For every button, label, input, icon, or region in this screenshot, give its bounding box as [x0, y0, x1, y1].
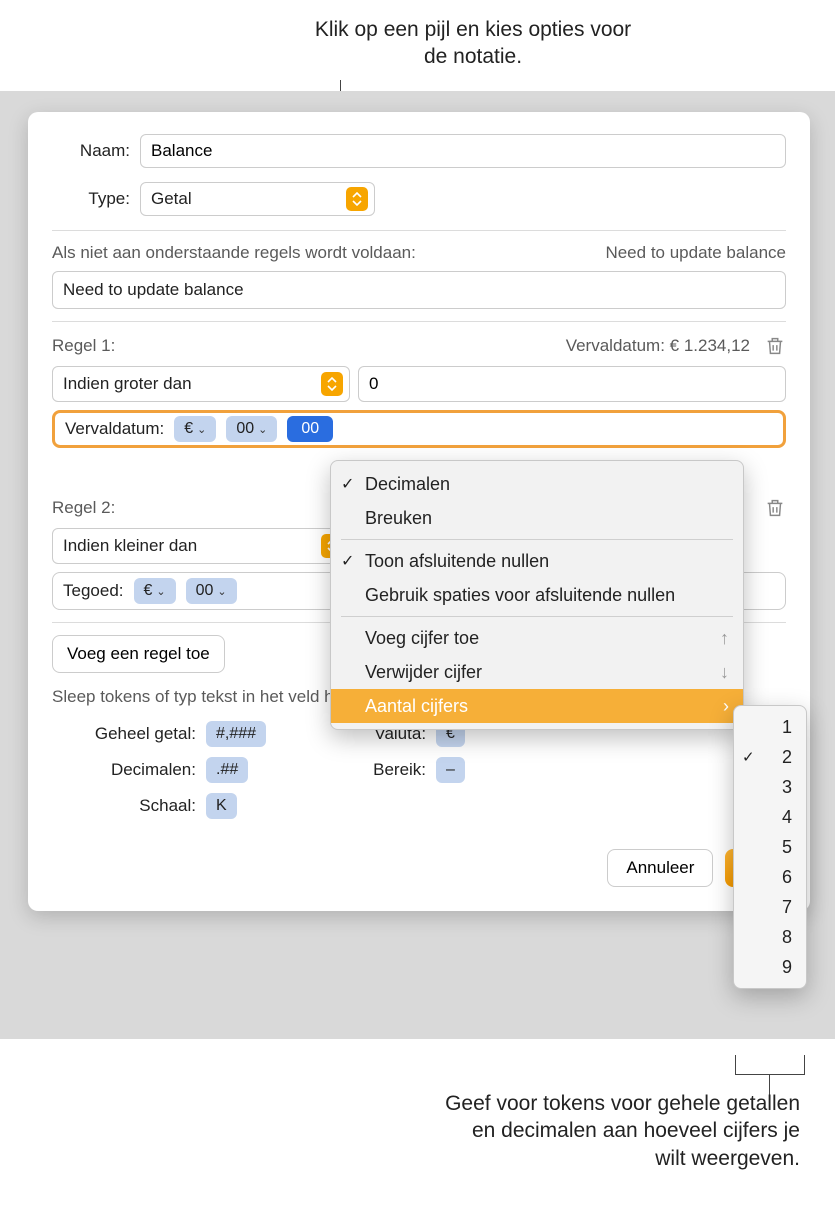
- rule1-label: Regel 1:: [52, 336, 115, 356]
- int-pill[interactable]: 00 ⌄: [226, 416, 277, 442]
- menu-add-digit[interactable]: Voeg cijfer toe ↑: [331, 621, 743, 655]
- submenu-item-8[interactable]: 8: [734, 922, 806, 952]
- chevron-down-icon: ⌄: [217, 585, 226, 598]
- fallback-label: Als niet aan onderstaande regels wordt v…: [52, 243, 416, 263]
- currency-pill[interactable]: € ⌄: [174, 416, 216, 442]
- trash-icon[interactable]: [764, 496, 786, 520]
- callout-top: Klik op een pijl en kies opties voor de …: [308, 16, 638, 71]
- chevron-down-icon: ⌄: [258, 423, 267, 436]
- int-token[interactable]: #,###: [206, 721, 266, 747]
- chevron-down-icon: ⌄: [156, 585, 165, 598]
- menu-decimals[interactable]: ✓ Decimalen: [331, 467, 743, 501]
- submenu-item-9[interactable]: 9: [734, 952, 806, 982]
- submenu-item-5[interactable]: 5: [734, 832, 806, 862]
- menu-digit-count[interactable]: Aantal cijfers ›: [331, 689, 743, 723]
- rule1-value-input[interactable]: [358, 366, 786, 402]
- type-value: Getal: [151, 189, 340, 209]
- check-icon: ✓: [341, 551, 354, 571]
- type-select[interactable]: Getal: [140, 182, 375, 216]
- down-arrow-icon: ↓: [720, 662, 729, 683]
- chevron-down-icon: ⌄: [197, 423, 206, 436]
- rule2-strip-label: Tegoed:: [63, 581, 124, 601]
- name-label: Naam:: [52, 141, 130, 161]
- menu-spaces-trailing[interactable]: Gebruik spaties voor afsluitende nullen: [331, 578, 743, 612]
- name-input[interactable]: [140, 134, 786, 168]
- submenu-item-4[interactable]: 4: [734, 802, 806, 832]
- rule1-preview: Vervaldatum: € 1.234,12: [566, 336, 750, 356]
- submenu-item-2[interactable]: ✓2: [734, 742, 806, 772]
- menu-separator: [341, 616, 733, 617]
- menu-separator: [341, 539, 733, 540]
- up-arrow-icon: ↑: [720, 628, 729, 649]
- rule1-condition-value: Indien groter dan: [63, 374, 192, 394]
- callout-bottom: Geef voor tokens voor gehele getallen en…: [440, 1090, 800, 1172]
- rule1-format-strip[interactable]: Vervaldatum: € ⌄ 00 ⌄ 00: [52, 410, 786, 448]
- scale-label: Schaal:: [76, 796, 196, 816]
- menu-trailing-zeros[interactable]: ✓ Toon afsluitende nullen: [331, 544, 743, 578]
- cancel-button[interactable]: Annuleer: [607, 849, 713, 887]
- chevron-up-down-icon: [346, 187, 368, 211]
- scale-token[interactable]: K: [206, 793, 237, 819]
- fallback-preview: Need to update balance: [605, 243, 786, 263]
- currency-pill[interactable]: € ⌄: [134, 578, 176, 604]
- notation-popover: ✓ Decimalen Breuken ✓ Toon afsluitende n…: [330, 460, 744, 730]
- range-label: Bereik:: [346, 760, 426, 780]
- chevron-right-icon: ›: [723, 696, 729, 717]
- int-label: Geheel getal:: [76, 724, 196, 744]
- menu-remove-digit[interactable]: Verwijder cijfer ↓: [331, 655, 743, 689]
- digit-count-submenu: 1✓23456789: [733, 705, 807, 989]
- check-icon: ✓: [341, 474, 354, 494]
- submenu-item-3[interactable]: 3: [734, 772, 806, 802]
- int-pill[interactable]: 00 ⌄: [186, 578, 237, 604]
- check-icon: ✓: [742, 748, 755, 766]
- rule2-label: Regel 2:: [52, 498, 115, 518]
- rule2-condition-value: Indien kleiner dan: [63, 536, 197, 556]
- submenu-item-7[interactable]: 7: [734, 892, 806, 922]
- fallback-field[interactable]: Need to update balance: [52, 271, 786, 309]
- dec-token[interactable]: .##: [206, 757, 248, 783]
- dec-segment[interactable]: 00: [287, 416, 333, 442]
- trash-icon[interactable]: [764, 334, 786, 358]
- callout-bracket: [735, 1055, 805, 1075]
- rule1-strip-label: Vervaldatum:: [65, 419, 164, 439]
- submenu-item-1[interactable]: 1: [734, 712, 806, 742]
- dec-label: Decimalen:: [76, 760, 196, 780]
- chevron-up-down-icon: [321, 372, 343, 396]
- submenu-item-6[interactable]: 6: [734, 862, 806, 892]
- type-label: Type:: [52, 189, 130, 209]
- range-token[interactable]: –: [436, 757, 465, 783]
- menu-fractions[interactable]: Breuken: [331, 501, 743, 535]
- rule2-condition-select[interactable]: Indien kleiner dan: [52, 528, 350, 564]
- rule1-condition-select[interactable]: Indien groter dan: [52, 366, 350, 402]
- add-rule-button[interactable]: Voeg een regel toe: [52, 635, 225, 673]
